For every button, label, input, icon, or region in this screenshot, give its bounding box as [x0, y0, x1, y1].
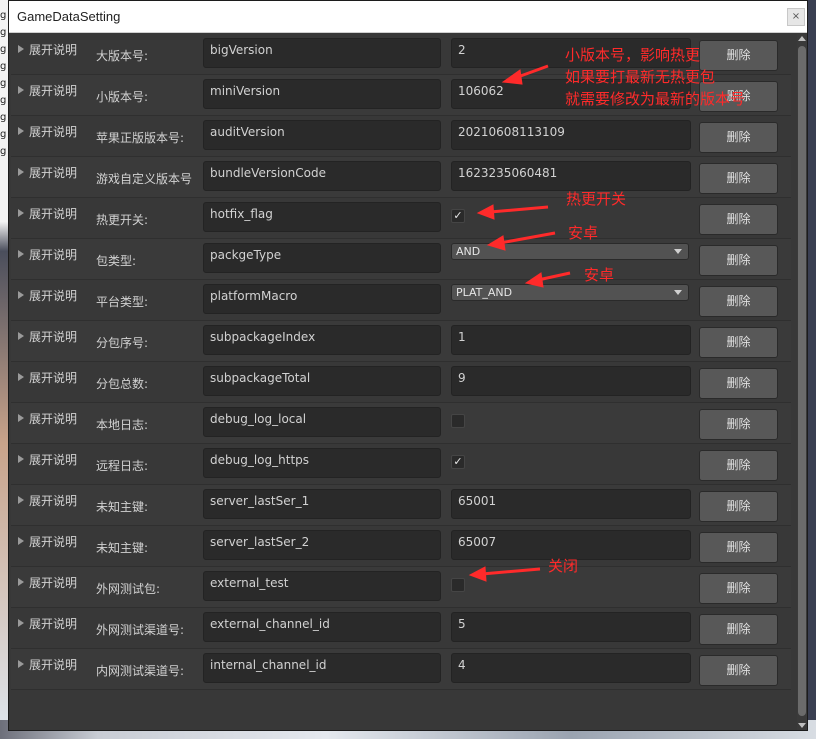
arrow-head-package [486, 235, 506, 251]
arrow-package [499, 231, 556, 245]
arrow-head-platform [524, 272, 544, 288]
arrow-head-hotfix [476, 204, 495, 220]
arrow-head-external [468, 566, 487, 582]
arrow-head-mini-version [501, 69, 523, 85]
annotation-platform-type: 安卓 [584, 266, 615, 284]
annotation-mini-version-line3: 就需要修改为最新的版本号 [565, 90, 746, 108]
arrow-external [481, 567, 541, 576]
annotation-arrows [468, 64, 571, 582]
annotation-mini-version-line2: 如果要打最新无热更包 [565, 68, 716, 86]
annotation-external-test: 关闭 [548, 557, 579, 575]
annotation-hotfix: 热更开关 [566, 190, 627, 208]
arrow-hotfix [489, 205, 549, 214]
annotation-mini-version-line1: 小版本号，影响热更 [565, 46, 701, 64]
annotation-package-type: 安卓 [568, 224, 599, 242]
arrow-platform [537, 271, 571, 282]
